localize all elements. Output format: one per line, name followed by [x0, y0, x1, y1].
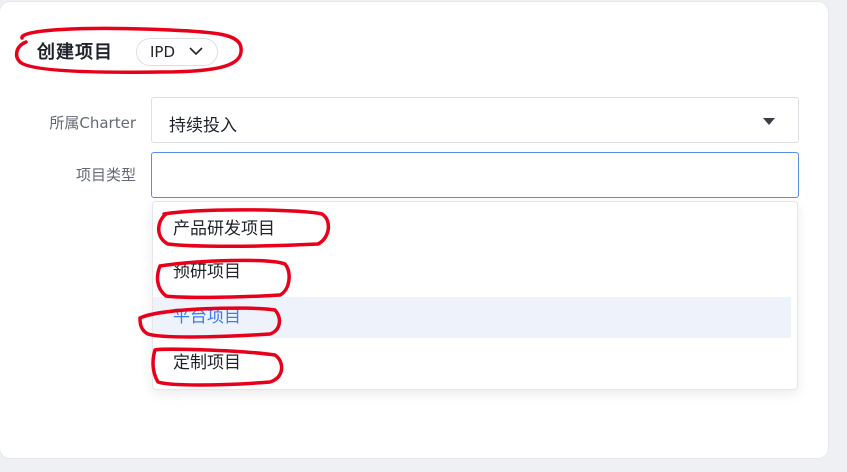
caret-down-icon: [763, 118, 775, 125]
project-type-dropdown[interactable]: IPD: [136, 38, 218, 66]
project-category-input[interactable]: [151, 152, 799, 198]
charter-select-value: 持续投入: [169, 116, 237, 136]
page-title: 创建项目: [37, 42, 113, 63]
project-type-value: IPD: [150, 43, 176, 61]
option-custom[interactable]: 定制项目: [153, 343, 791, 384]
chevron-down-icon: [187, 42, 205, 64]
charter-select[interactable]: 持续投入: [151, 97, 799, 143]
project-category-dropdown-menu: 产品研发项目 预研项目 平台项目 定制项目: [152, 201, 798, 390]
option-platform[interactable]: 平台项目: [153, 297, 791, 338]
charter-label: 所属Charter: [49, 114, 136, 132]
option-product-development[interactable]: 产品研发项目: [153, 209, 791, 250]
option-pre-research[interactable]: 预研项目: [153, 252, 791, 293]
project-category-label: 项目类型: [75, 166, 136, 184]
